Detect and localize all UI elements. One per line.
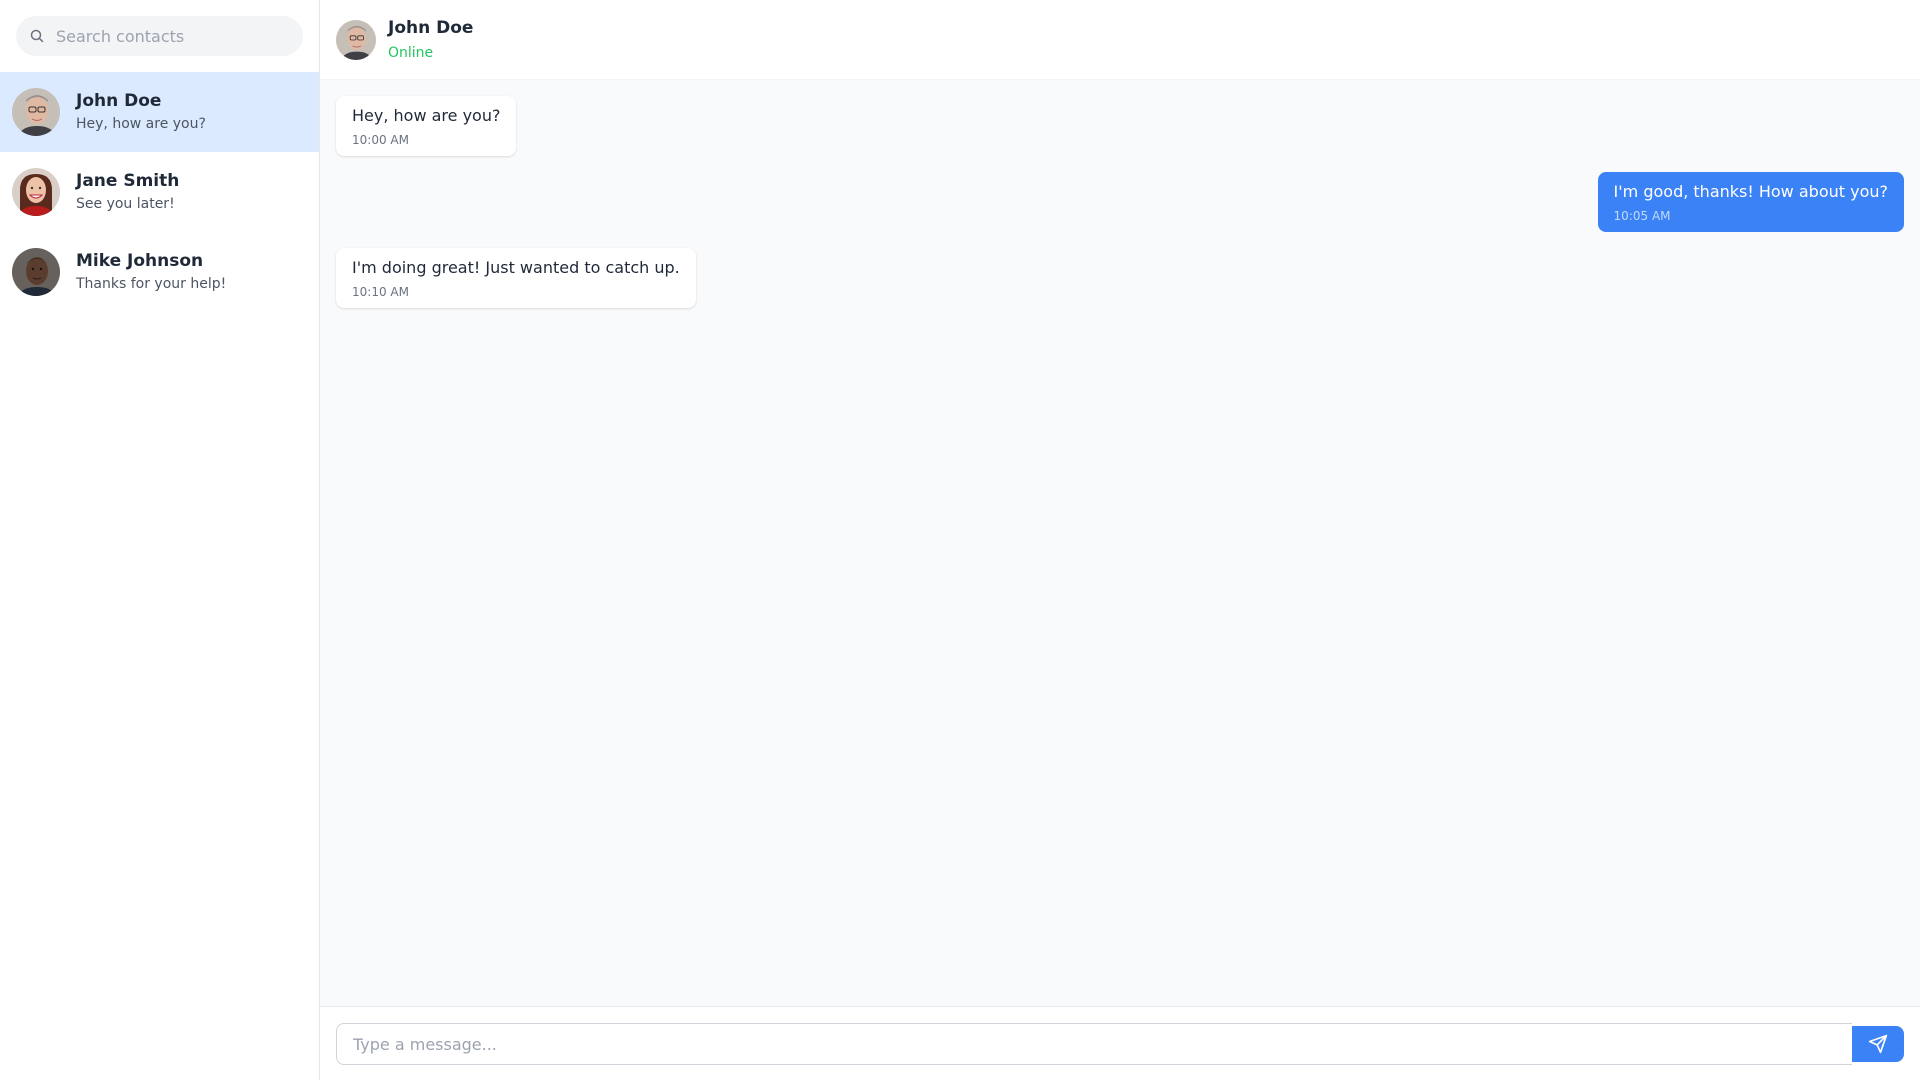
message-composer (320, 1006, 1920, 1080)
contact-name: Mike Johnson (76, 251, 204, 271)
incoming-message: I'm doing great! Just wanted to catch up… (336, 248, 696, 308)
chat-header: John Doe Online (320, 0, 1920, 80)
chat-header-info: John Doe Online (388, 17, 473, 63)
message-text: Hey, how are you? (352, 106, 501, 125)
contacts-sidebar: John Doe Hey, how are you? Jane Smith Se… (0, 0, 320, 1080)
contact-info: John Doe Hey, how are you? (76, 90, 206, 134)
outgoing-message: I'm good, thanks! How about you? 10:05 A… (1597, 172, 1904, 232)
contact-info: Mike Johnson Thanks for your help! (76, 250, 226, 294)
contact-item-mike-johnson[interactable]: Mike Johnson Thanks for your help! (0, 232, 319, 312)
search-container (0, 0, 319, 72)
avatar (336, 19, 376, 60)
message-text: I'm good, thanks! How about you? (1613, 182, 1888, 201)
incoming-message: Hey, how are you? 10:00 AM (336, 96, 517, 156)
search-icon (30, 29, 44, 43)
avatar (12, 248, 60, 296)
contact-preview: See you later! (76, 196, 175, 212)
message-list: Hey, how are you? 10:00 AM I'm good, tha… (320, 80, 1920, 1006)
contact-preview: Hey, how are you? (76, 116, 206, 132)
chat-contact-name: John Doe (388, 17, 474, 38)
contact-preview: Thanks for your help! (76, 276, 227, 292)
contact-name: John Doe (76, 91, 162, 111)
message-time: 10:10 AM (352, 285, 409, 299)
contact-item-john-doe[interactable]: John Doe Hey, how are you? (0, 72, 319, 152)
send-icon (1868, 1034, 1888, 1054)
message-text: I'm doing great! Just wanted to catch up… (352, 258, 680, 277)
chat-app: John Doe Hey, how are you? Jane Smith Se… (0, 0, 1920, 1080)
online-status: Online (388, 44, 434, 61)
contact-info: Jane Smith See you later! (76, 170, 179, 214)
avatar (12, 168, 60, 216)
contact-name: Jane Smith (76, 171, 180, 191)
message-time: 10:00 AM (352, 133, 409, 147)
search-box (16, 16, 303, 56)
chat-panel: John Doe Online Hey, how are you? 10:00 … (320, 0, 1920, 1080)
search-input[interactable] (16, 16, 303, 56)
avatar (12, 88, 60, 136)
contact-item-jane-smith[interactable]: Jane Smith See you later! (0, 152, 319, 232)
message-time: 10:05 AM (1613, 209, 1671, 223)
send-button[interactable] (1852, 1026, 1904, 1062)
message-input[interactable] (336, 1023, 1852, 1065)
